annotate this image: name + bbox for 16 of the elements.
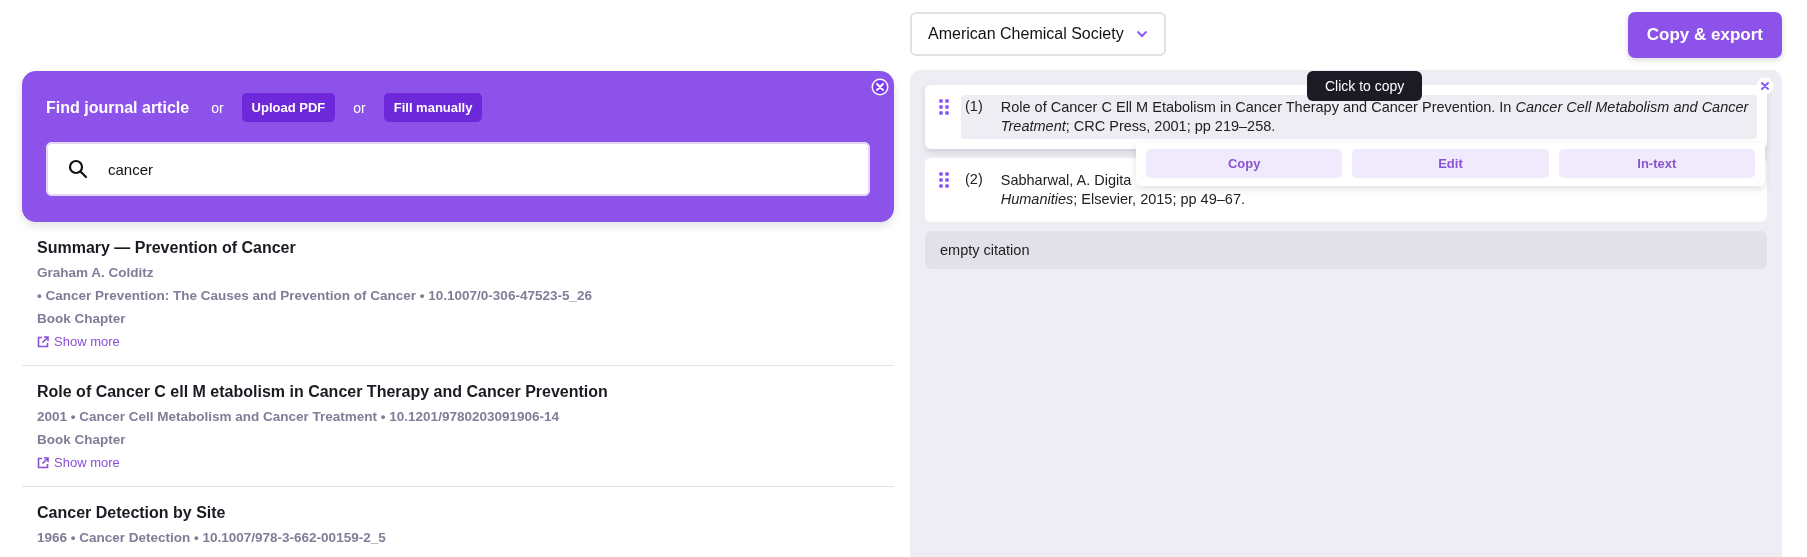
result-meta: 1966 • Cancer Detection • 10.1007/978-3-662-00159-2_5 [37,530,387,545]
result-meta: 2001 • Cancer Cell Metabolism and Cancer Treatment • 10.1201/9780203091906-14 [37,409,560,424]
result-meta: Book Chapter [37,311,127,326]
result-meta: Graham A. Colditz [37,265,155,280]
citation-line: Role of Cancer C Ell M Etabolism in Cancer Therapy and Cancer Prevention. In Cancer Cell Metabolism and Cancer [1000,98,1749,117]
citation-line: Sabharwal, A. Digita [1000,171,1132,190]
citation-line: Humanities; Elsevier, 2015; pp 49–67. [1000,190,1245,209]
citation-line: Treatment; CRC Press, 2001; pp 219–258. [1000,117,1276,136]
separator-text: or [211,99,224,116]
result-meta: • Cancer Prevention: The Causes and Prevention of Cancer • 10.1007/0-306-47523-5_26 [37,288,593,303]
separator-text: or [353,99,366,116]
tooltip: Click to copy [1307,71,1423,101]
card-title: Find journal article [46,98,190,117]
result-meta: Book Chapter [37,432,127,447]
citation-number: (2) [965,171,983,189]
citation-number: (1) [965,98,983,116]
